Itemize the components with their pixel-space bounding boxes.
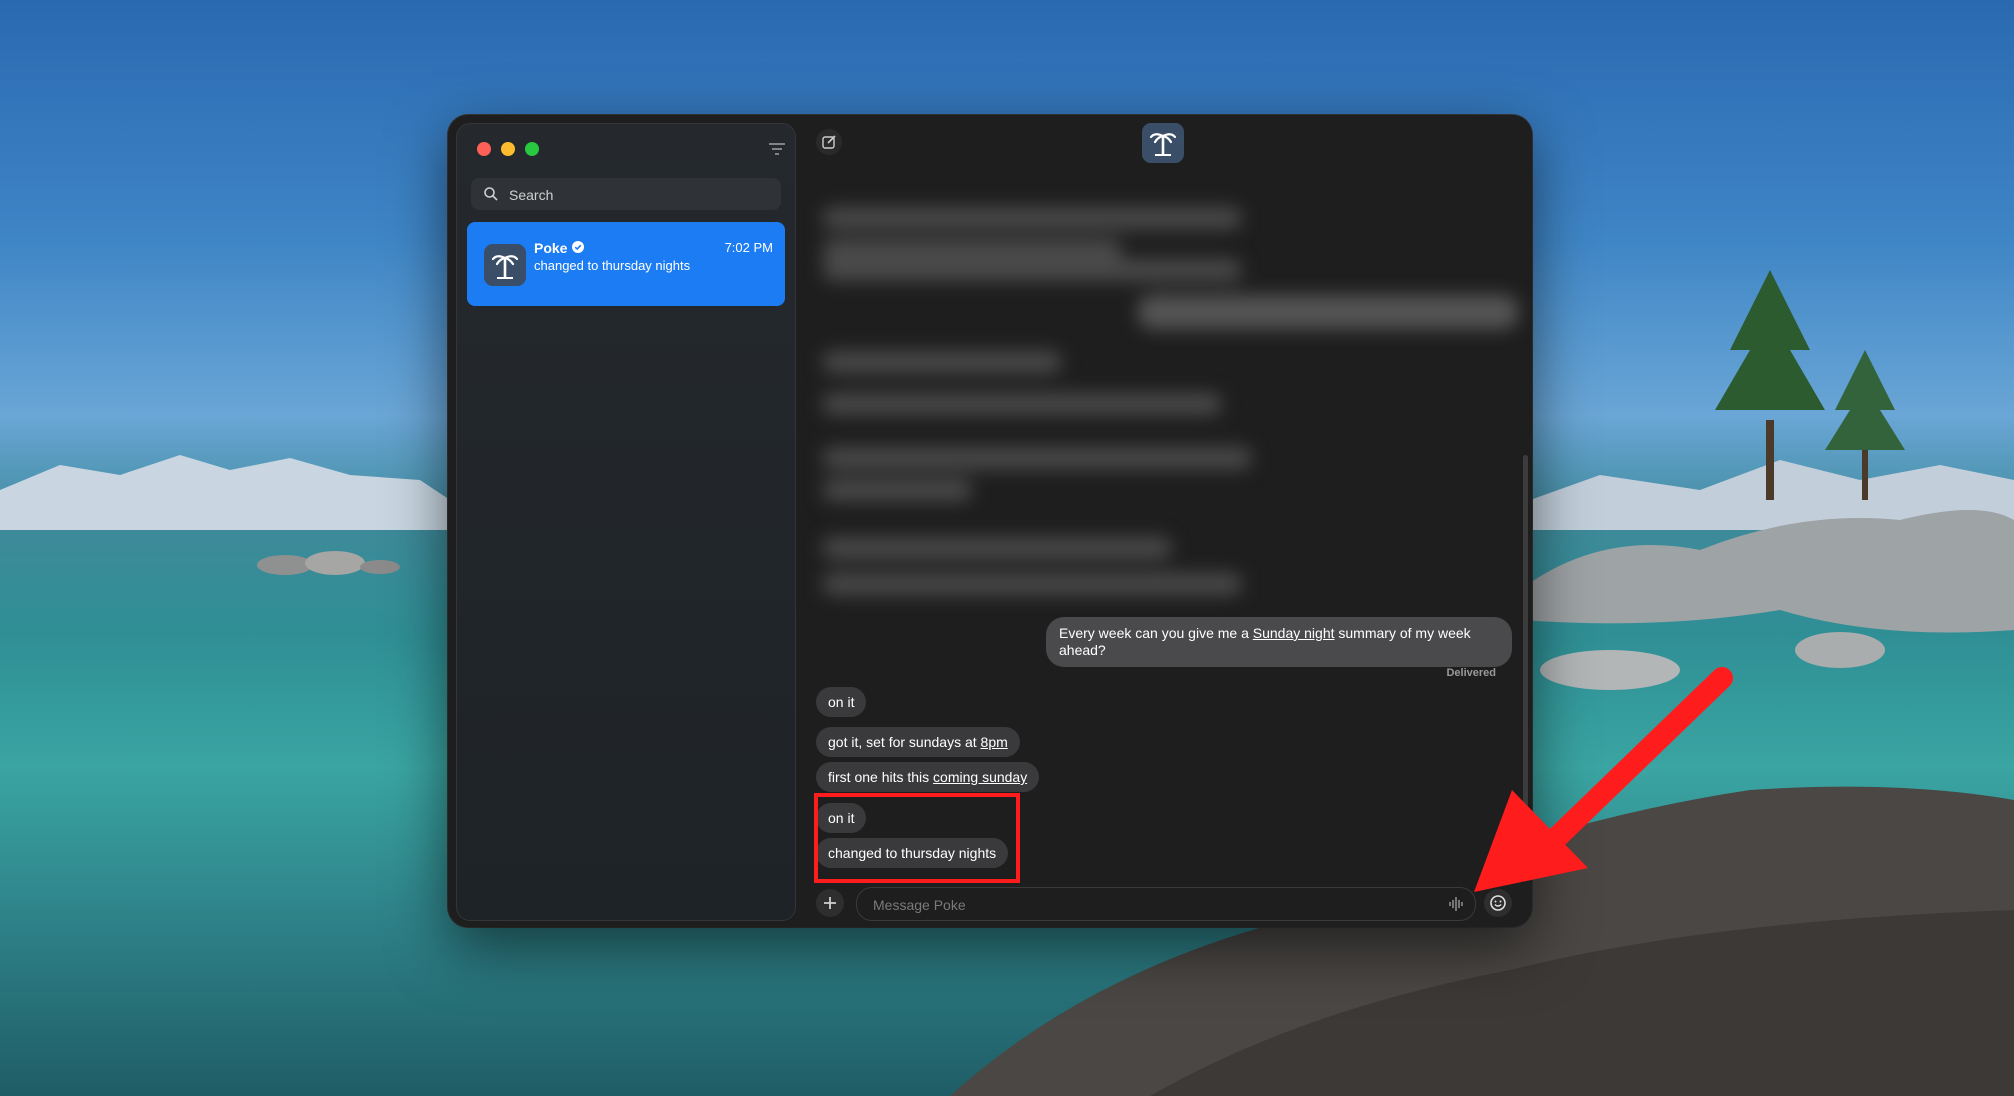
- chat-pane: Every week can you give me a Sunday nigh…: [802, 115, 1532, 927]
- conversation-preview: changed to thursday nights: [534, 258, 691, 273]
- minimize-window-button[interactable]: [501, 142, 515, 156]
- maximize-window-button[interactable]: [525, 142, 539, 156]
- messages-window: Poke 7:02 PM changed to thursday nights: [448, 115, 1532, 927]
- palm-tree-avatar: [484, 244, 526, 286]
- incoming-message[interactable]: on it: [816, 687, 867, 717]
- verified-badge-icon: [572, 241, 584, 253]
- search-icon: [484, 187, 498, 201]
- incoming-message[interactable]: got it, set for sundays at 8pm: [816, 727, 1020, 757]
- conversation-item-poke[interactable]: Poke 7:02 PM changed to thursday nights: [467, 222, 785, 306]
- composer-bar: [816, 885, 1516, 922]
- close-window-button[interactable]: [477, 142, 491, 156]
- rocks-left: [257, 551, 400, 575]
- message-input[interactable]: [871, 888, 1435, 922]
- search-input[interactable]: [507, 178, 771, 212]
- pine-tree: [1715, 270, 1825, 500]
- sidebar: Poke 7:02 PM changed to thursday nights: [456, 123, 796, 921]
- search-field[interactable]: [471, 178, 781, 212]
- pine-tree-small: [1825, 350, 1905, 500]
- red-highlight-box: [814, 793, 1020, 883]
- message-link[interactable]: 8pm: [981, 734, 1008, 750]
- filter-icon[interactable]: [767, 140, 787, 158]
- message-link[interactable]: Sunday night: [1253, 625, 1335, 641]
- outgoing-message[interactable]: Every week can you give me a Sunday nigh…: [1046, 617, 1512, 667]
- conversation-time: 7:02 PM: [724, 240, 773, 255]
- message-link[interactable]: coming sunday: [933, 769, 1027, 785]
- incoming-message[interactable]: first one hits this coming sunday: [816, 762, 1040, 792]
- compose-icon[interactable]: [816, 129, 842, 155]
- plus-icon[interactable]: [816, 889, 844, 917]
- conversation-name: Poke: [534, 240, 568, 256]
- red-annotation-arrow: [1474, 667, 1733, 892]
- message-field[interactable]: [856, 887, 1476, 922]
